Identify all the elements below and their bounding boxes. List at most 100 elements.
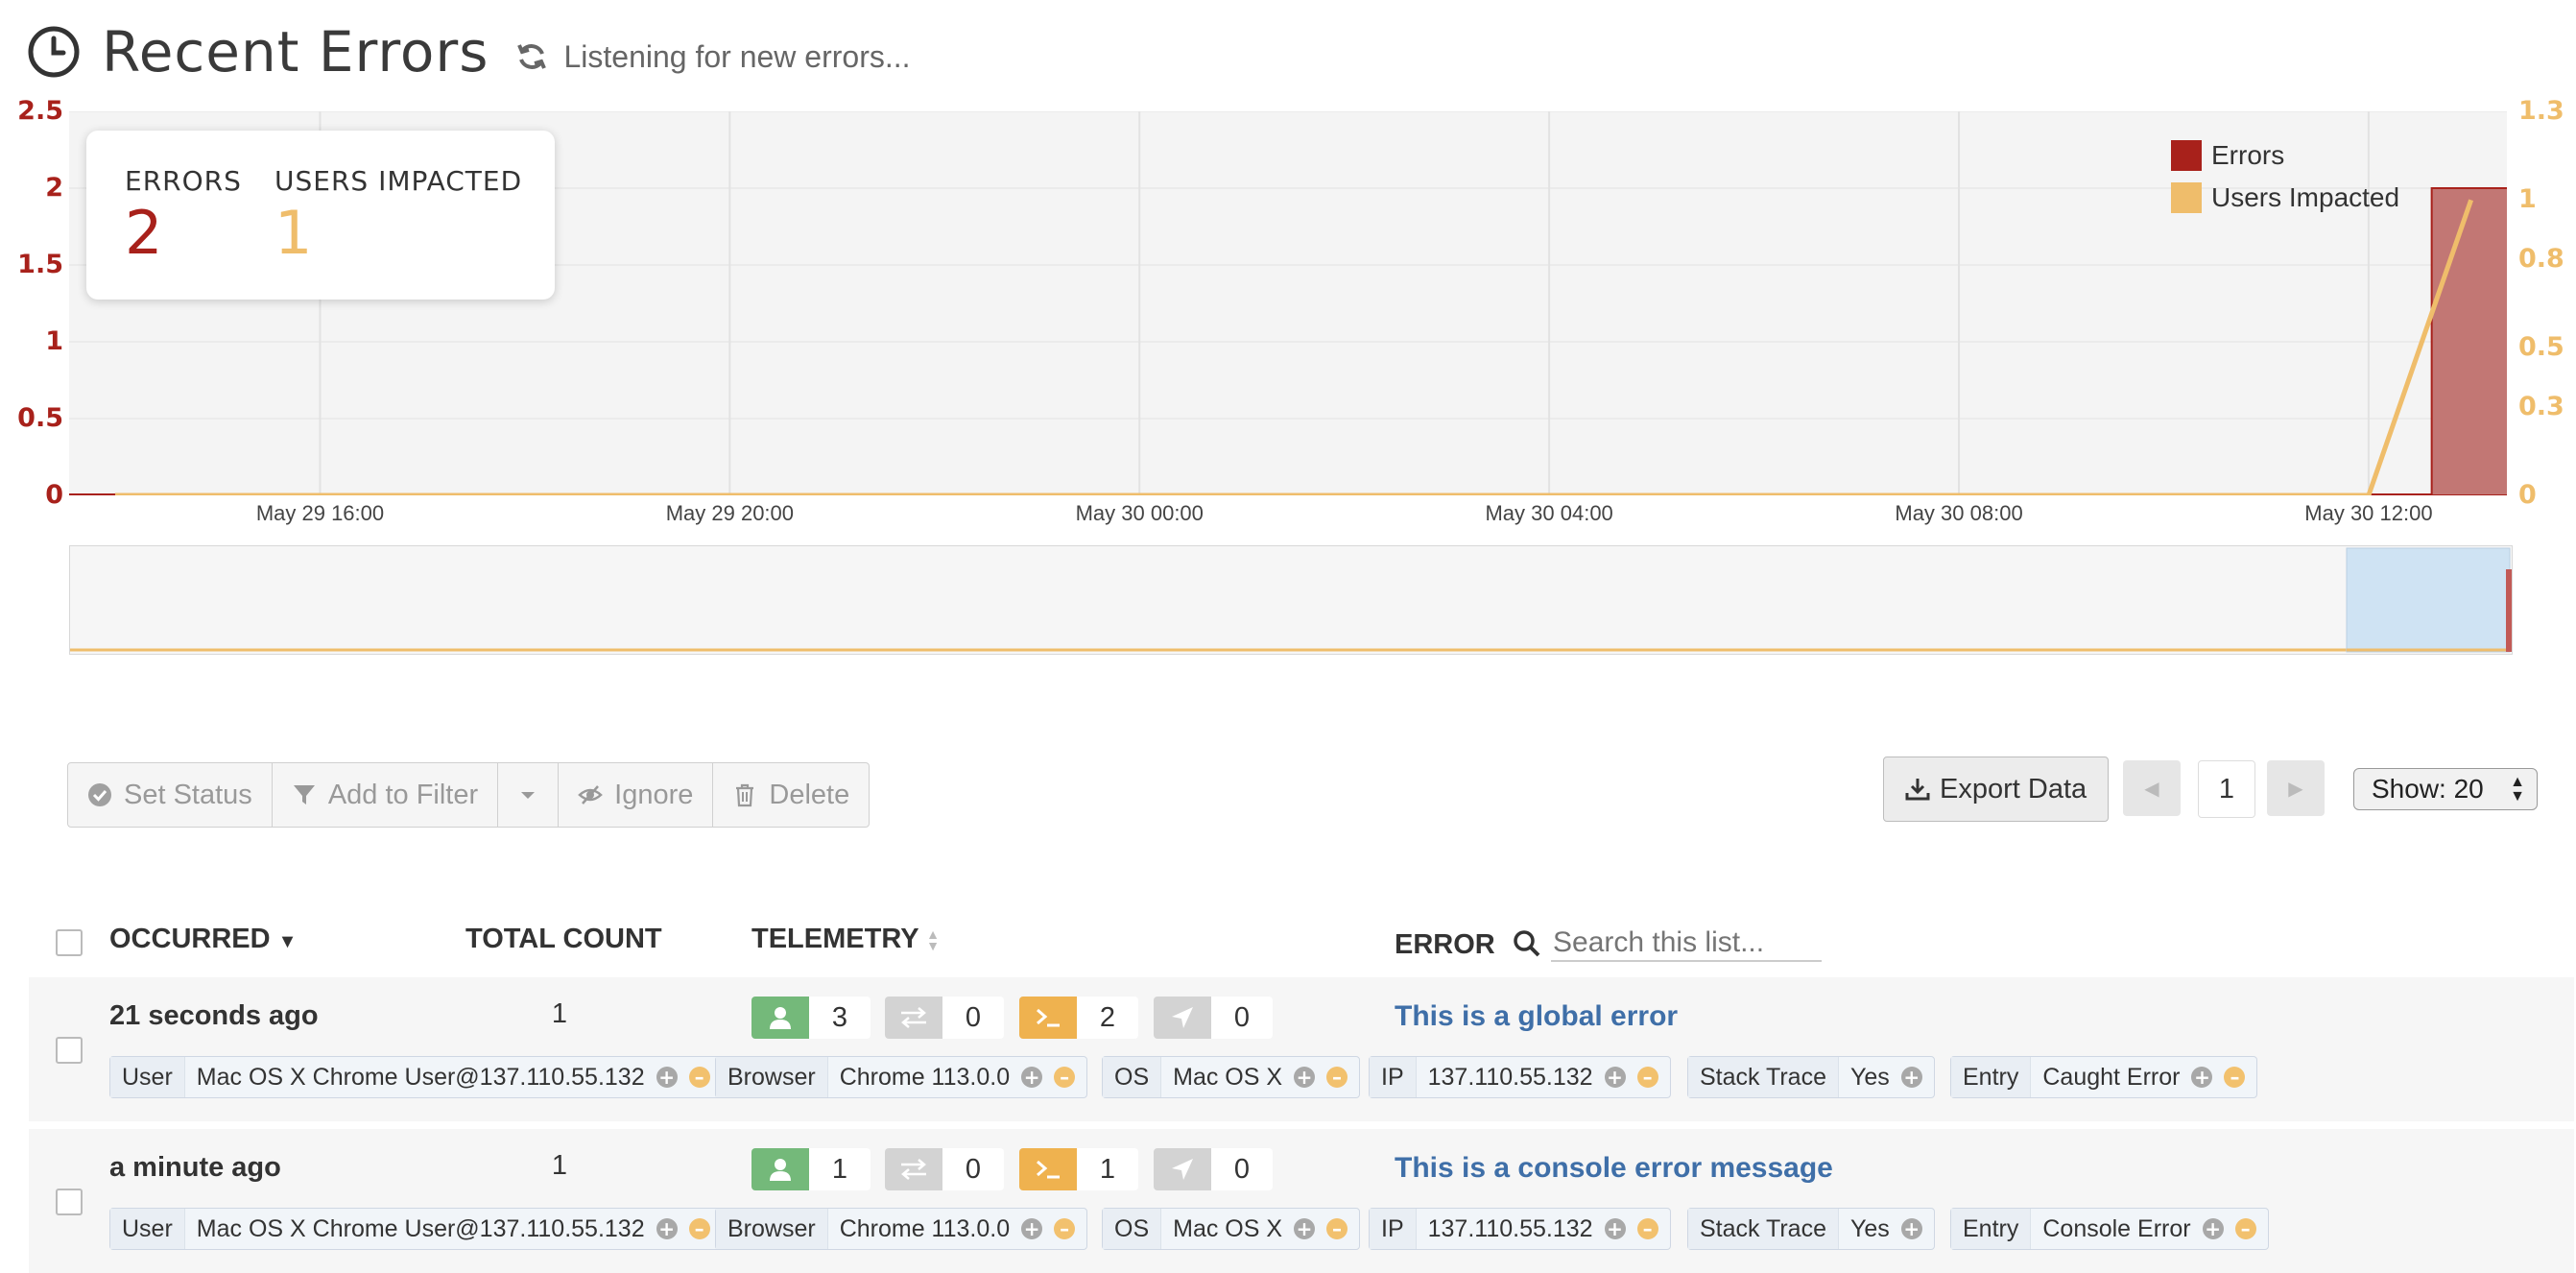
users-telemetry[interactable]: 3 — [751, 997, 871, 1039]
plus-circle-icon[interactable]: + — [1021, 1218, 1043, 1239]
minus-circle-icon[interactable]: – — [1054, 1218, 1076, 1239]
caret-down-icon — [521, 792, 536, 799]
y-left-tick-label: 1.5 — [17, 250, 63, 279]
ignore-label: Ignore — [614, 779, 694, 810]
set-status-button[interactable]: Set Status — [68, 763, 273, 827]
x-axis-tick-label: May 29 16:00 — [255, 501, 385, 525]
tag-key: Stack Trace — [1688, 1209, 1839, 1249]
plus-circle-icon[interactable]: + — [2191, 1067, 2213, 1088]
minus-circle-icon[interactable]: – — [2234, 1218, 2256, 1239]
x-axis-tick-label: May 30 00:00 — [1075, 501, 1204, 525]
plus-circle-icon[interactable]: + — [2202, 1218, 2224, 1239]
plus-circle-icon[interactable]: + — [1604, 1218, 1626, 1239]
search-icon — [1514, 930, 1540, 957]
plus-circle-icon[interactable]: + — [1900, 1218, 1922, 1239]
y-left-tick-label: 2.5 — [17, 96, 63, 126]
select-arrows-icon: ▲ ▼ — [2510, 774, 2525, 805]
location-arrow-icon — [1154, 997, 1211, 1039]
plus-circle-icon[interactable]: + — [656, 1067, 678, 1088]
network-telemetry[interactable]: 0 — [885, 1148, 1004, 1190]
terminal-icon — [1019, 1148, 1077, 1190]
chart-legend: Errors Users Impacted — [2171, 134, 2399, 219]
navigator-selection[interactable] — [2346, 547, 2511, 653]
select-all-checkbox[interactable] — [56, 929, 83, 956]
y-right-tick-label: 0 — [2518, 480, 2537, 510]
plus-circle-icon[interactable]: + — [656, 1218, 678, 1239]
tag-key: Browser — [716, 1057, 828, 1097]
tag-key: Entry — [1951, 1057, 2032, 1097]
legend-swatch-users — [2171, 182, 2202, 213]
minus-circle-icon[interactable]: – — [1636, 1218, 1658, 1239]
occurred-cell: a minute ago — [109, 1152, 281, 1183]
tag-key: OS — [1103, 1209, 1162, 1249]
minus-circle-icon[interactable]: – — [2224, 1067, 2246, 1088]
sort-icon: ▲ ▼ — [926, 926, 940, 954]
errors-bar-0 — [2430, 187, 2512, 496]
tag-key: User — [110, 1057, 185, 1097]
tag-ip: IP 137.110.55.132 + – — [1369, 1208, 1671, 1250]
legend-item-users[interactable]: Users Impacted — [2171, 177, 2399, 219]
user-icon — [751, 997, 809, 1039]
next-page-button[interactable]: ▶ — [2267, 760, 2325, 816]
bulk-actions-group: Set Status Add to Filter Ignore Delete — [67, 762, 871, 828]
tag-key: OS — [1103, 1057, 1162, 1097]
minus-circle-icon[interactable]: – — [688, 1218, 710, 1239]
check-circle-icon — [88, 783, 111, 806]
export-data-button[interactable]: Export Data — [1883, 757, 2110, 822]
error-message-link[interactable]: This is a global error — [1395, 1000, 1678, 1033]
sort-desc-icon: ▼ — [277, 931, 298, 952]
ignore-button[interactable]: Ignore — [559, 763, 714, 827]
network-telemetry[interactable]: 0 — [885, 997, 1004, 1039]
total-count-cell: 1 — [551, 1150, 568, 1181]
console-telemetry[interactable]: 2 — [1019, 997, 1138, 1039]
plus-circle-icon[interactable]: + — [1604, 1067, 1626, 1088]
navigation-telemetry[interactable]: 0 — [1154, 997, 1273, 1039]
stats-card: ERRORS 2 USERS IMPACTED 1 — [86, 131, 555, 300]
tag-entry: Entry Console Error + – — [1950, 1208, 2269, 1250]
tag-browser: Browser Chrome 113.0.0 + – — [715, 1056, 1088, 1098]
users-telemetry[interactable]: 1 — [751, 1148, 871, 1190]
error-message-link[interactable]: This is a console error message — [1395, 1152, 1833, 1185]
navigation-telemetry[interactable]: 0 — [1154, 1148, 1273, 1190]
previous-page-button[interactable]: ◀ — [2123, 760, 2181, 816]
minus-circle-icon[interactable]: – — [1326, 1067, 1348, 1088]
column-header-telemetry[interactable]: TELEMETRY ▲ ▼ — [751, 924, 940, 955]
plus-circle-icon[interactable]: + — [1021, 1067, 1043, 1088]
tag-user: User Mac OS X Chrome User@137.110.55.132 +… — [109, 1208, 723, 1250]
tag-value: Console Error — [2042, 1214, 2191, 1242]
table-row[interactable] — [29, 977, 2574, 1121]
column-header-occurred[interactable]: OCCURRED ▼ — [109, 924, 297, 955]
table-row[interactable] — [29, 1129, 2574, 1273]
minus-circle-icon[interactable]: – — [1636, 1067, 1658, 1088]
telemetry-count: 3 — [809, 997, 871, 1039]
filter-dropdown-toggle[interactable] — [498, 763, 560, 827]
tag-os: OS Mac OS X + – — [1102, 1056, 1361, 1098]
errors-stat-value: 2 — [125, 198, 163, 268]
page-size-select[interactable]: Show: 20 ▲ ▼ — [2353, 768, 2538, 810]
minus-circle-icon[interactable]: – — [688, 1067, 710, 1088]
location-arrow-icon — [1154, 1148, 1211, 1190]
current-page[interactable]: 1 — [2198, 760, 2255, 818]
errors-stat-label: ERRORS — [125, 165, 242, 197]
delete-button[interactable]: Delete — [713, 763, 869, 827]
minus-circle-icon[interactable]: – — [1326, 1218, 1348, 1239]
search-input[interactable] — [1551, 925, 1822, 962]
chart-navigator[interactable] — [69, 545, 2513, 655]
plus-circle-icon[interactable]: + — [1294, 1067, 1316, 1088]
row-checkbox[interactable] — [56, 1189, 83, 1215]
row-checkbox[interactable] — [56, 1037, 83, 1064]
clock-icon — [28, 26, 80, 78]
y-left-tick-label: 0.5 — [17, 403, 63, 433]
filter-icon — [293, 785, 315, 805]
minus-circle-icon[interactable]: – — [1054, 1067, 1076, 1088]
plus-circle-icon[interactable]: + — [1900, 1067, 1922, 1088]
plus-circle-icon[interactable]: + — [1294, 1218, 1316, 1239]
column-header-total-count[interactable]: TOTAL COUNT — [465, 924, 662, 955]
legend-item-errors[interactable]: Errors — [2171, 134, 2399, 177]
telemetry-count: 2 — [1077, 997, 1138, 1039]
tag-value: Chrome 113.0.0 — [839, 1063, 1011, 1091]
console-telemetry[interactable]: 1 — [1019, 1148, 1138, 1190]
add-to-filter-button[interactable]: Add to Filter — [273, 763, 499, 827]
search-box — [1513, 925, 1822, 962]
telemetry-count: 0 — [942, 997, 1004, 1039]
